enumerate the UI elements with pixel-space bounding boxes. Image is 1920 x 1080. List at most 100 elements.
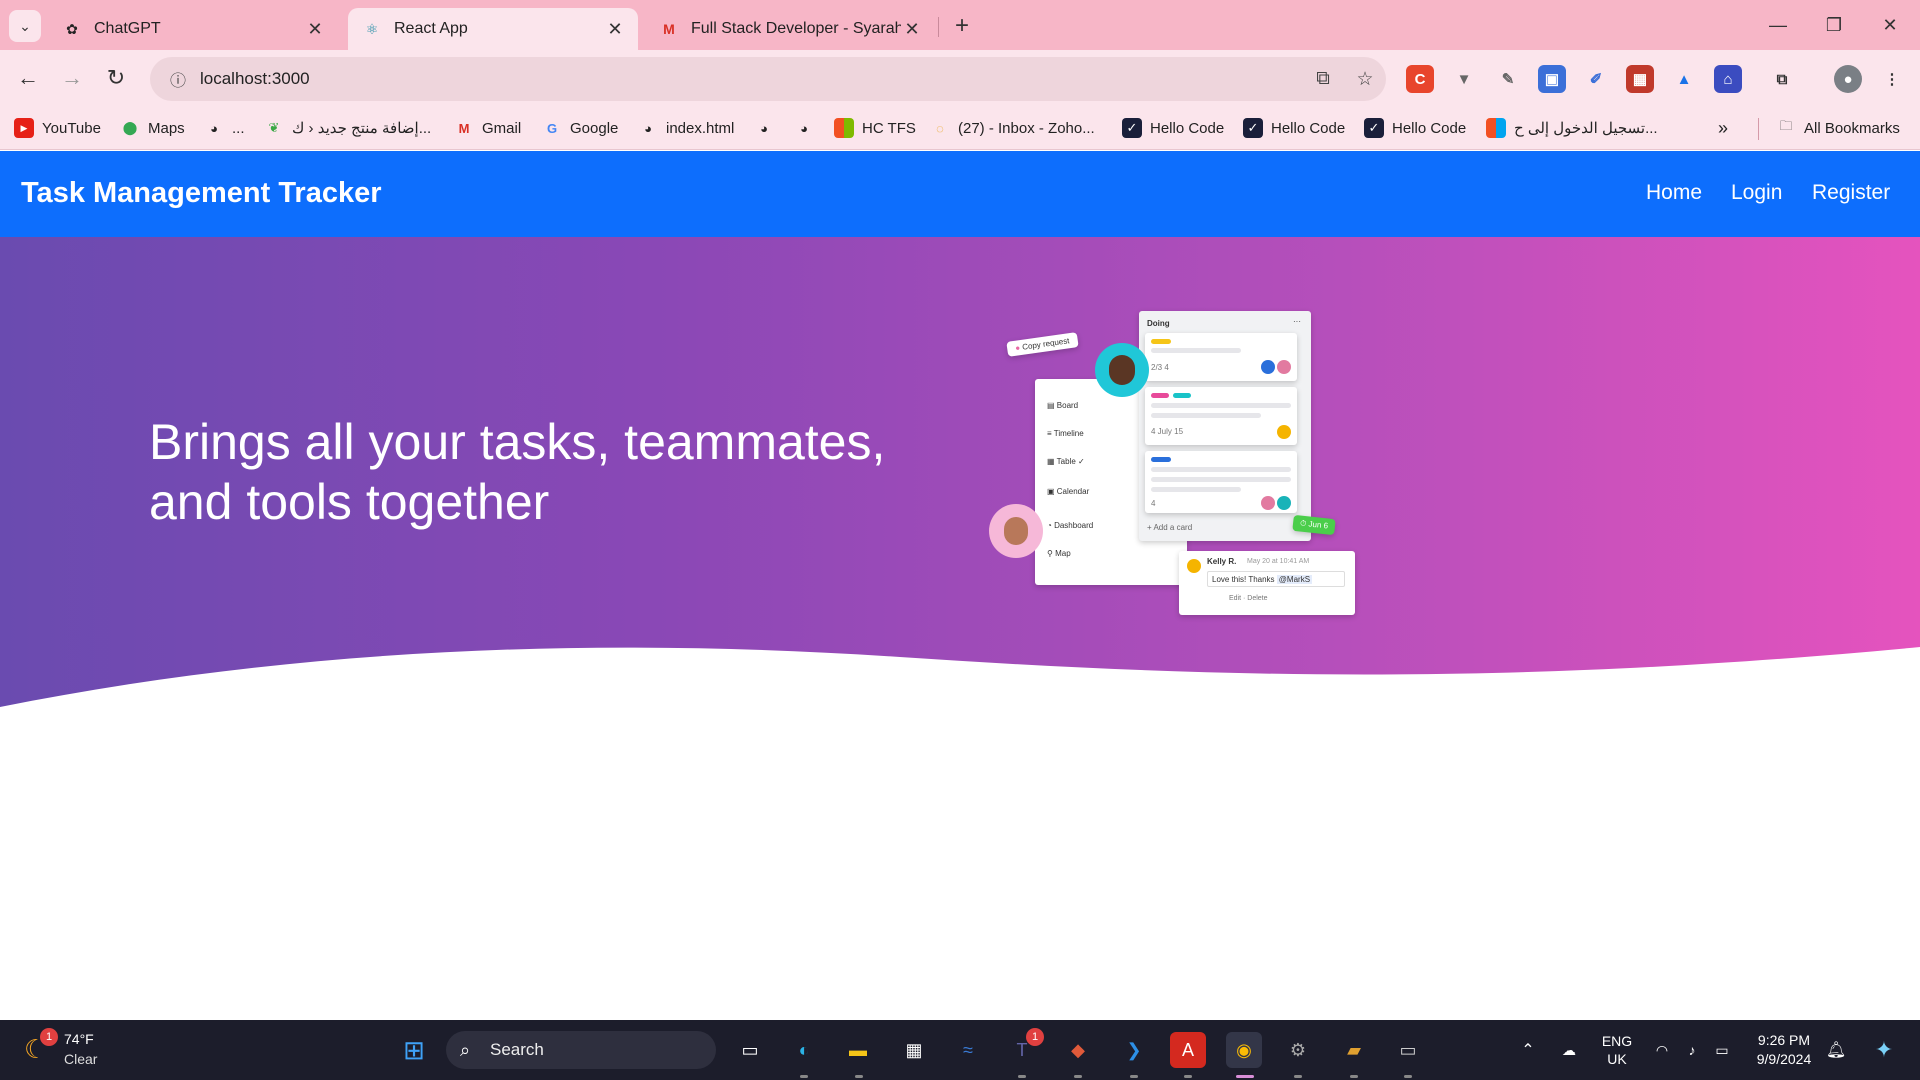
folder-indicator <box>1350 1075 1358 1078</box>
drive-extension-icon[interactable]: ▲ <box>1670 65 1698 93</box>
bookmark-hc-tfs[interactable]: HC TFS <box>834 114 916 142</box>
bookmark-maps[interactable]: ⬤ Maps <box>120 114 185 142</box>
onedrive-icon[interactable]: ☁ <box>1552 1020 1586 1080</box>
bookmark-globe-3[interactable]: ◕ <box>794 114 822 142</box>
chevron-up-icon[interactable]: ⌃ <box>1512 1020 1544 1080</box>
bookmark-hello-code-3[interactable]: ✓ Hello Code <box>1364 114 1466 142</box>
bookmark-index[interactable]: ◕ index.html <box>638 114 734 142</box>
back-button[interactable]: ← <box>12 62 44 94</box>
windows-start-icon[interactable]: ⊞ <box>396 1032 432 1068</box>
pen-extension-icon[interactable]: ✐ <box>1582 65 1610 93</box>
menu-kebab-icon[interactable]: ⋮ <box>1878 65 1906 93</box>
leaf-icon: ❦ <box>268 120 280 135</box>
folder-icon: 🗀 <box>1779 118 1793 133</box>
bookmark-label: HC TFS <box>862 119 916 137</box>
weather-condition[interactable]: Clear <box>64 1051 97 1067</box>
open-in-app-icon[interactable]: ⧉ <box>1302 68 1344 90</box>
bookmark-google[interactable]: G Google <box>542 114 618 142</box>
extension-icon-8[interactable]: ⌂ <box>1714 65 1742 93</box>
extension-icon-6[interactable]: ▦ <box>1626 65 1654 93</box>
edge-icon[interactable]: ◐ <box>786 1032 822 1068</box>
forward-button[interactable]: → <box>56 62 88 94</box>
extensions-puzzle-icon[interactable]: ⧉ <box>1768 65 1796 93</box>
tab-search-button[interactable]: ⌄ <box>9 10 41 42</box>
settings-gear-icon[interactable]: ⚙ <box>1280 1032 1316 1068</box>
folder-app-icon[interactable]: ▰ <box>1336 1032 1372 1068</box>
bookmark-gmail[interactable]: M Gmail <box>454 114 522 142</box>
bookmark-sign-in[interactable]: تسجيل الدخول إلى ح... <box>1486 114 1658 142</box>
react-icon: ⚛ <box>365 20 379 37</box>
restore-button[interactable]: ❐ <box>1814 8 1854 42</box>
chrome-icon[interactable]: ◉ <box>1226 1032 1262 1068</box>
profile-avatar[interactable]: ● <box>1834 65 1862 93</box>
microsoft-store-icon[interactable]: ▦ <box>896 1032 932 1068</box>
vscode-indicator <box>1130 1075 1138 1078</box>
headline-line-2: and tools together <box>149 474 550 530</box>
extension-icon-4[interactable]: ▣ <box>1538 65 1566 93</box>
acrobat-icon[interactable]: A <box>1170 1032 1206 1068</box>
new-tab-button[interactable]: + <box>948 12 976 40</box>
site-info-icon[interactable]: ⓘ <box>156 67 200 91</box>
column-title: Doing <box>1147 319 1170 328</box>
bookmark-globe-1[interactable]: ◕ ... <box>204 114 245 142</box>
bookmark-label: ... <box>232 119 245 137</box>
close-window-button[interactable]: ✕ <box>1870 8 1910 42</box>
tab-title: Full Stack Developer - Syarah - ( <box>691 20 901 37</box>
tab-gmail[interactable]: M Full Stack Developer - Syarah - ( ✕ <box>645 8 935 50</box>
bookmark-add-product[interactable]: ❦ إضافة منتج جديد ‹ ك... <box>264 114 432 142</box>
close-icon[interactable]: ✕ <box>304 18 326 40</box>
bookmark-youtube[interactable]: ▶ YouTube <box>14 114 101 142</box>
close-icon[interactable]: ✕ <box>604 18 626 40</box>
bookmark-label: تسجيل الدخول إلى ح... <box>1514 120 1658 137</box>
minimize-button[interactable]: — <box>1758 8 1798 42</box>
all-bookmarks-button[interactable]: 🗀 All Bookmarks <box>1776 114 1899 142</box>
hero-headline: Brings all your tasks, teammates, and to… <box>149 412 929 532</box>
more-bookmarks-icon[interactable]: » <box>1718 114 1728 142</box>
nav-home-link[interactable]: Home <box>1646 181 1702 205</box>
card-meta: 2/3 4 <box>1151 363 1169 372</box>
nav-login-link[interactable]: Login <box>1731 181 1782 205</box>
battery-icon[interactable]: ▭ <box>1708 1020 1736 1080</box>
tab-strip: ⌄ ✿ ChatGPT ✕ ⚛ React App ✕ M Full Stack… <box>0 0 1920 50</box>
notification-bell-icon[interactable]: 🔔︎ <box>1820 1020 1852 1080</box>
extension-icon-3[interactable]: ✎ <box>1494 65 1522 93</box>
task-view-icon[interactable]: ▭ <box>732 1032 768 1068</box>
git-icon[interactable]: ◆ <box>1060 1032 1096 1068</box>
bookmark-zoho[interactable]: ◌ (27) - Inbox - Zoho... <box>930 114 1095 142</box>
headline-line-1: Brings all your tasks, teammates, <box>149 414 886 470</box>
reload-button[interactable]: ↻ <box>100 62 132 94</box>
vscode-icon[interactable]: ❯ <box>1116 1032 1152 1068</box>
comment-text: Love this! Thanks <box>1212 575 1275 584</box>
nav-register-link[interactable]: Register <box>1812 181 1890 205</box>
brand-title[interactable]: Task Management Tracker <box>21 177 382 210</box>
bookmark-hello-code-2[interactable]: ✓ Hello Code <box>1243 114 1345 142</box>
bookmark-label: Hello Code <box>1150 119 1225 137</box>
tab-react-app[interactable]: ⚛ React App ✕ <box>348 8 638 50</box>
bookmark-hello-code-1[interactable]: ✓ Hello Code <box>1122 114 1224 142</box>
comment-actions: Edit · Delete <box>1229 595 1268 602</box>
wifi-icon[interactable]: ◠ <box>1648 1020 1676 1080</box>
app-icon-6[interactable]: ≈ <box>950 1032 986 1068</box>
bookmark-star-icon[interactable]: ☆ <box>1344 68 1386 91</box>
tab-chatgpt[interactable]: ✿ ChatGPT ✕ <box>48 8 338 50</box>
file-explorer-icon[interactable]: ▬ <box>840 1032 876 1068</box>
copilot-icon[interactable]: ✦ <box>1864 1020 1904 1080</box>
weather-temperature[interactable]: 74°F <box>64 1031 94 1047</box>
close-icon[interactable]: ✕ <box>901 18 923 40</box>
chrome-indicator <box>1236 1075 1254 1078</box>
teams-badge: 1 <box>1026 1028 1044 1046</box>
bookmark-globe-2[interactable]: ◕ <box>754 114 782 142</box>
terminal-icon[interactable]: ▭ <box>1390 1032 1426 1068</box>
taskbar-search[interactable]: ⌕ Search <box>446 1031 716 1069</box>
url-text[interactable]: localhost:3000 <box>200 69 1302 89</box>
extension-icon-1[interactable]: C <box>1406 65 1434 93</box>
hellocode-icon: ✓ <box>1364 118 1384 138</box>
language-indicator[interactable]: ENG UK <box>1594 1020 1640 1080</box>
task-card-1: 2/3 4 <box>1145 333 1297 381</box>
address-bar[interactable]: ⓘ localhost:3000 ⧉ ☆ <box>150 57 1386 101</box>
clock[interactable]: 9:26 PM 9/9/2024 <box>1744 1020 1824 1080</box>
extension-icon-2[interactable]: ▼ <box>1450 65 1478 93</box>
bookmarks-divider <box>1758 118 1759 140</box>
volume-icon[interactable]: ♪ <box>1678 1020 1706 1080</box>
globe-icon: ◕ <box>644 120 652 136</box>
